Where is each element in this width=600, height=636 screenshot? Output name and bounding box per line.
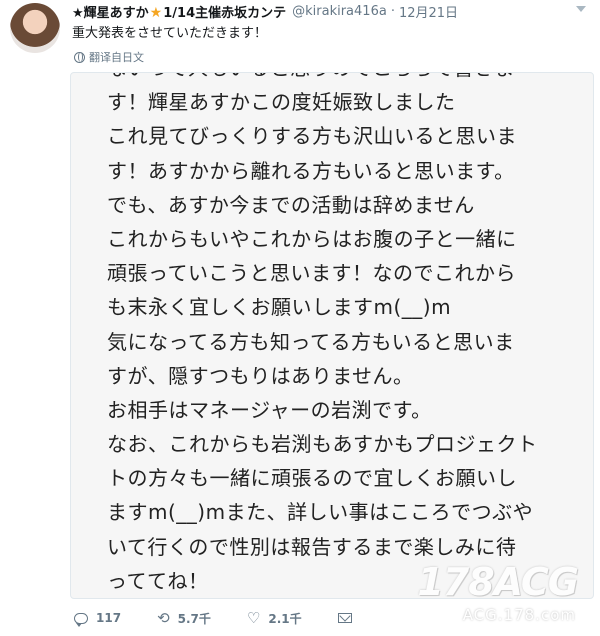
reply-button[interactable]: 117 <box>74 611 122 627</box>
dm-icon <box>337 613 352 623</box>
image-text-line: ないって人もいると思うのでこちらで書きま <box>107 73 587 85</box>
caret-down-icon[interactable] <box>576 6 586 12</box>
like-button[interactable]: ♡ 2.1千 <box>247 610 302 627</box>
image-text-line: ますm(__)mまた、詳しい事はこころでつぶや <box>107 500 534 525</box>
image-text-line: 気になってる方も知ってる方もいると思いま <box>107 329 515 354</box>
tweet-text: 重大発表をさせていただきます！ <box>72 26 268 41</box>
image-text-line: これからもいやこれからはお腹の子と一緒に <box>107 226 517 251</box>
image-text-line: いて行くので性別は報告するまで楽しみに待 <box>107 534 517 559</box>
like-count: 2.1千 <box>268 611 302 626</box>
image-text-line: っててね！ <box>107 568 209 593</box>
retweet-count: 5.7千 <box>177 611 211 626</box>
reply-icon <box>74 612 88 627</box>
image-text: ないって人もいると思うのでこちらで書きま す！輝星あすかこの度妊娠致しました こ… <box>107 73 587 598</box>
reply-count: 117 <box>96 611 122 625</box>
image-text-line: なお、これからも岩渕もあすかもプロジェクト <box>107 432 538 457</box>
image-text-line: でも、あすか今までの活動は辞めません <box>107 192 475 217</box>
display-name[interactable]: ★輝星あすか★1/14主催赤坂カンテ <box>72 2 286 21</box>
tweet-date[interactable]: 12月21日 <box>399 2 458 21</box>
user-handle[interactable]: @kirakira416a <box>292 4 387 19</box>
image-text-line: これ見てびっくりする方も沢山いると思いま <box>107 124 517 149</box>
star-icon: ★ <box>149 4 163 21</box>
watermark-url: ACG.178.com <box>462 606 576 624</box>
image-text-line: も末永く宜しくお願いしますm(__)m <box>107 295 452 320</box>
dm-button[interactable] <box>337 613 352 623</box>
star-small-icon: ★ <box>72 5 84 21</box>
image-text-line: トの方々も一緒に頑張るので宜しくお願いし <box>107 466 517 491</box>
globe-icon <box>74 51 85 63</box>
tweet-actions: 117 ⟲ 5.7千 ♡ 2.1千 <box>74 608 388 628</box>
tweet-image[interactable]: ないって人もいると思うのでこちらで書きま す！輝星あすかこの度妊娠致しました こ… <box>70 72 594 599</box>
translate-link[interactable]: 翻译自日文 <box>74 49 144 65</box>
image-text-line: お相手はマネージャーの岩渕です。 <box>107 397 432 422</box>
translate-label: 翻译自日文 <box>89 51 144 64</box>
tweet-header: ★輝星あすか★1/14主催赤坂カンテ @kirakira416a · 12月21… <box>72 1 580 21</box>
avatar[interactable] <box>10 3 60 53</box>
separator: · <box>390 3 395 19</box>
retweet-button[interactable]: ⟲ 5.7千 <box>157 610 211 627</box>
heart-icon: ♡ <box>246 608 261 627</box>
image-text-line: すが、隠すつもりはありません。 <box>107 363 414 388</box>
retweet-icon: ⟲ <box>157 608 170 627</box>
image-text-line: す！あすかから離れる方もいると思います。 <box>107 158 515 183</box>
image-text-line: 頑張っていこうと思います！なのでこれから <box>107 261 516 286</box>
image-text-line: す！輝星あすかこの度妊娠致しました <box>107 90 456 115</box>
